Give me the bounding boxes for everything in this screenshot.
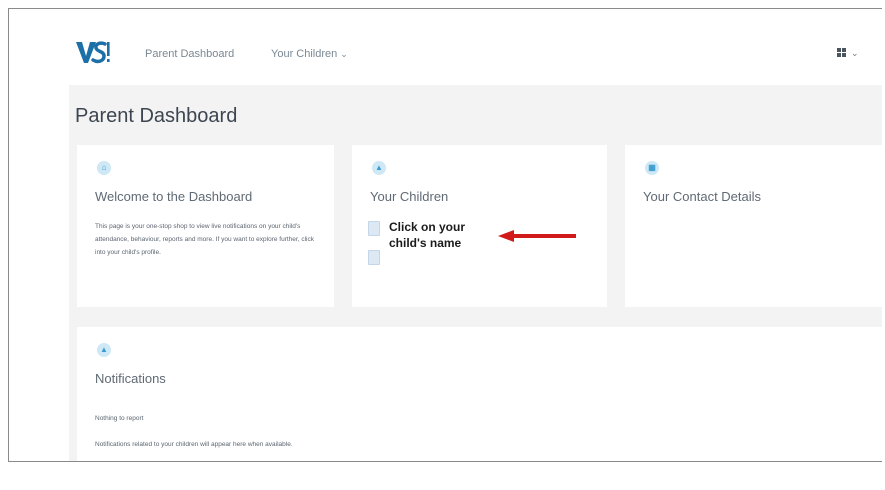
apps-menu-button[interactable]: ⌄ bbox=[837, 47, 863, 61]
notifications-text: Notifications related to your children w… bbox=[95, 441, 293, 448]
callout-line: child's name bbox=[389, 236, 462, 250]
welcome-card: ⌂ Welcome to the Dashboard This page is … bbox=[77, 145, 334, 307]
chevron-down-icon: ⌄ bbox=[340, 49, 348, 59]
school-logo[interactable] bbox=[75, 39, 111, 65]
home-icon: ⌂ bbox=[97, 161, 111, 175]
your-children-card: ▲ Your Children Click on your child's na… bbox=[352, 145, 607, 307]
document-icon[interactable] bbox=[368, 250, 380, 265]
document-icon[interactable] bbox=[368, 221, 380, 236]
dashboard-content: Parent Dashboard ⌂ Welcome to the Dashbo… bbox=[69, 85, 882, 461]
notifications-status: Nothing to report bbox=[95, 415, 144, 422]
instruction-callout: Click on your child's name bbox=[389, 219, 499, 251]
red-arrow-icon bbox=[498, 230, 576, 242]
nav-link-parent-dashboard[interactable]: Parent Dashboard bbox=[145, 48, 234, 60]
card-title: Your Children bbox=[370, 189, 449, 204]
grid-icon bbox=[837, 48, 841, 52]
bell-icon: ▲ bbox=[97, 343, 111, 357]
browser-frame: Parent Dashboard Your Children ⌄ ⌄ Parent… bbox=[8, 8, 882, 462]
grid-icon-cell bbox=[842, 53, 846, 57]
grid-icon-cell bbox=[837, 53, 841, 57]
card-title: Notifications bbox=[95, 371, 166, 386]
page-title: Parent Dashboard bbox=[75, 105, 238, 127]
person-icon: ▲ bbox=[372, 161, 386, 175]
card-title: Welcome to the Dashboard bbox=[95, 189, 253, 204]
grid-icon-cell bbox=[842, 48, 846, 52]
top-navigation-bar: Parent Dashboard Your Children ⌄ ⌄ bbox=[9, 9, 882, 85]
id-card-icon: ▦ bbox=[645, 161, 659, 175]
nav-dropdown-label: Your Children bbox=[271, 48, 338, 60]
welcome-text: This page is your one-stop shop to view … bbox=[95, 223, 314, 256]
chevron-down-icon: ⌄ bbox=[851, 48, 859, 58]
callout-line: Click on your bbox=[389, 220, 466, 234]
card-title: Your Contact Details bbox=[643, 189, 762, 204]
notifications-card: ▲ Notifications Nothing to report Notifi… bbox=[77, 327, 882, 461]
contact-details-card: ▦ Your Contact Details bbox=[625, 145, 882, 307]
nav-dropdown-your-children[interactable]: Your Children ⌄ bbox=[271, 48, 348, 60]
